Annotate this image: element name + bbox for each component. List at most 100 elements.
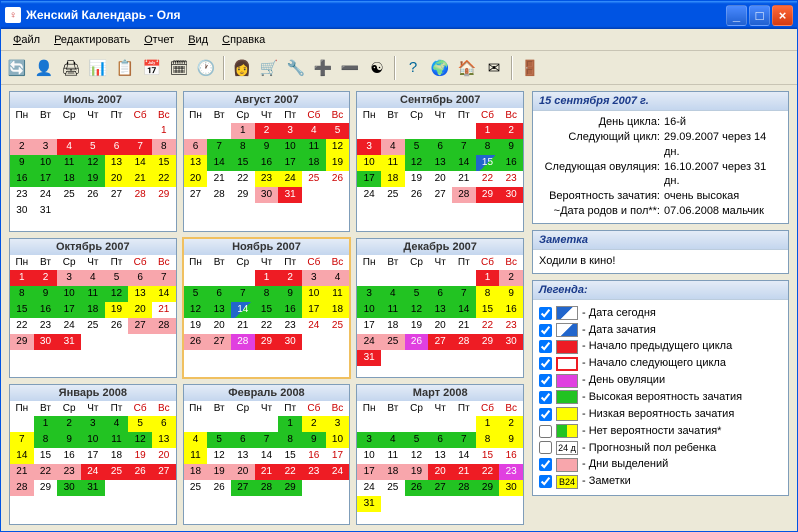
day-cell[interactable]: 31: [34, 203, 58, 219]
day-cell[interactable]: 7: [452, 286, 476, 302]
day-cell[interactable]: 18: [81, 302, 105, 318]
day-cell[interactable]: 5: [184, 286, 208, 302]
day-cell[interactable]: 28: [452, 334, 476, 350]
day-cell[interactable]: 11: [381, 155, 405, 171]
day-cell[interactable]: 20: [207, 318, 231, 334]
day-cell[interactable]: 15: [34, 448, 58, 464]
day-cell[interactable]: 31: [81, 480, 105, 496]
day-cell[interactable]: 15: [255, 302, 279, 318]
day-cell[interactable]: 28: [452, 480, 476, 496]
day-cell[interactable]: 24: [81, 464, 105, 480]
day-cell[interactable]: 16: [255, 155, 279, 171]
day-cell[interactable]: 16: [302, 448, 326, 464]
day-cell[interactable]: 27: [428, 187, 452, 203]
day-cell[interactable]: 12: [184, 302, 208, 318]
day-cell[interactable]: 1: [255, 270, 279, 286]
day-cell[interactable]: 26: [81, 187, 105, 203]
day-cell[interactable]: 18: [381, 318, 405, 334]
day-cell[interactable]: 12: [405, 302, 429, 318]
day-cell[interactable]: 22: [476, 318, 500, 334]
day-cell[interactable]: 4: [57, 139, 81, 155]
day-cell[interactable]: 15: [278, 448, 302, 464]
day-cell[interactable]: 8: [152, 139, 176, 155]
day-cell[interactable]: 30: [255, 187, 279, 203]
day-cell[interactable]: 16: [57, 448, 81, 464]
day-cell[interactable]: 27: [207, 334, 231, 350]
day-cell[interactable]: 15: [476, 448, 500, 464]
day-cell[interactable]: 24: [57, 318, 81, 334]
day-cell[interactable]: 7: [128, 139, 152, 155]
day-cell[interactable]: 5: [128, 416, 152, 432]
legend-checkbox[interactable]: [539, 475, 552, 488]
day-cell[interactable]: 13: [105, 155, 129, 171]
day-cell[interactable]: 26: [405, 187, 429, 203]
day-cell[interactable]: 30: [57, 480, 81, 496]
day-cell[interactable]: 8: [476, 286, 500, 302]
home-button[interactable]: 🏠: [455, 56, 479, 80]
day-cell[interactable]: 14: [10, 448, 34, 464]
day-cell[interactable]: 16: [499, 448, 523, 464]
day-cell[interactable]: 22: [255, 318, 279, 334]
day-cell[interactable]: 28: [231, 334, 255, 350]
day-cell[interactable]: 20: [128, 302, 152, 318]
day-cell[interactable]: 1: [152, 123, 176, 139]
day-cell[interactable]: 29: [476, 334, 500, 350]
day-cell[interactable]: 29: [255, 334, 279, 350]
day-cell[interactable]: 30: [34, 334, 58, 350]
day-cell[interactable]: 16: [278, 302, 302, 318]
day-cell[interactable]: 2: [278, 270, 302, 286]
day-cell[interactable]: 13: [231, 448, 255, 464]
day-cell[interactable]: 24: [34, 187, 58, 203]
day-cell[interactable]: 9: [499, 139, 523, 155]
day-cell[interactable]: 14: [128, 155, 152, 171]
day-cell[interactable]: 22: [476, 464, 500, 480]
day-cell[interactable]: 29: [278, 480, 302, 496]
day-cell[interactable]: 12: [128, 432, 152, 448]
day-cell[interactable]: 14: [207, 155, 231, 171]
day-cell[interactable]: 29: [34, 480, 58, 496]
day-cell[interactable]: 23: [278, 318, 302, 334]
remove-button[interactable]: ➖: [338, 56, 362, 80]
day-cell[interactable]: 18: [381, 171, 405, 187]
legend-checkbox[interactable]: [539, 324, 552, 337]
day-cell[interactable]: 6: [128, 270, 152, 286]
day-cell[interactable]: 7: [10, 432, 34, 448]
day-cell[interactable]: 18: [326, 302, 350, 318]
day-cell[interactable]: 25: [381, 187, 405, 203]
day-cell[interactable]: 19: [405, 171, 429, 187]
day-cell[interactable]: 6: [231, 432, 255, 448]
day-cell[interactable]: 7: [452, 139, 476, 155]
day-cell[interactable]: 26: [326, 171, 350, 187]
day-cell[interactable]: 15: [152, 155, 176, 171]
day-cell[interactable]: 14: [152, 286, 176, 302]
day-cell[interactable]: 28: [128, 187, 152, 203]
day-cell[interactable]: 6: [152, 416, 176, 432]
day-cell[interactable]: 14: [452, 448, 476, 464]
day-cell[interactable]: 23: [302, 464, 326, 480]
schedule-button[interactable]: 🗓: [167, 56, 191, 80]
day-cell[interactable]: 16: [34, 302, 58, 318]
menu-report[interactable]: Отчет: [138, 32, 180, 48]
day-cell[interactable]: 2: [499, 123, 523, 139]
day-cell[interactable]: 20: [428, 318, 452, 334]
day-cell[interactable]: 25: [81, 318, 105, 334]
day-cell[interactable]: 26: [405, 334, 429, 350]
day-cell[interactable]: 8: [476, 139, 500, 155]
day-cell[interactable]: 18: [57, 171, 81, 187]
day-cell[interactable]: 8: [255, 286, 279, 302]
day-cell[interactable]: 11: [326, 286, 350, 302]
day-cell[interactable]: 9: [499, 432, 523, 448]
day-cell[interactable]: 25: [381, 480, 405, 496]
day-cell[interactable]: 27: [428, 334, 452, 350]
day-cell[interactable]: 20: [152, 448, 176, 464]
day-cell[interactable]: 2: [302, 416, 326, 432]
day-cell[interactable]: 30: [499, 480, 523, 496]
day-cell[interactable]: 13: [128, 286, 152, 302]
day-cell[interactable]: 21: [207, 171, 231, 187]
day-cell[interactable]: 21: [152, 302, 176, 318]
day-cell[interactable]: 10: [357, 302, 381, 318]
day-cell[interactable]: 6: [184, 139, 208, 155]
day-cell[interactable]: 17: [34, 171, 58, 187]
day-cell[interactable]: 25: [302, 171, 326, 187]
day-cell[interactable]: 1: [476, 270, 500, 286]
